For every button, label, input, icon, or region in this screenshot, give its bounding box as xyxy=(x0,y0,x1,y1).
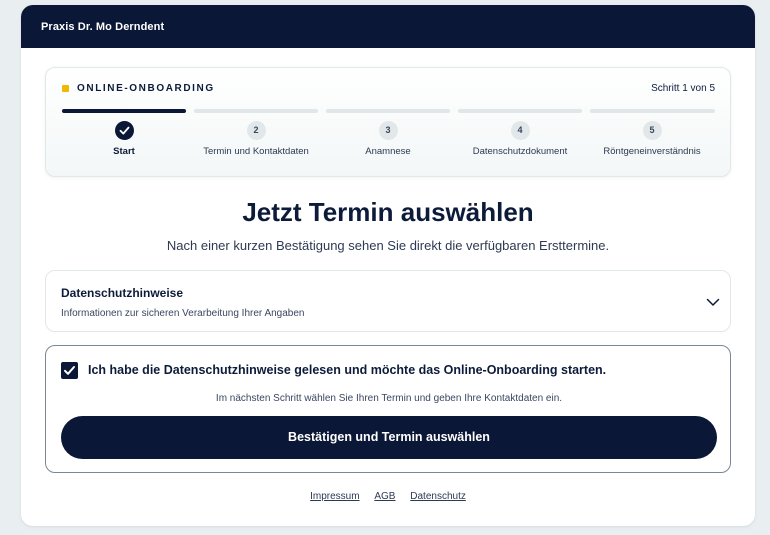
footer-links: Impressum AGB Datenschutz xyxy=(21,491,755,502)
page-title: Jetzt Termin auswählen xyxy=(242,197,534,227)
step-label: Datenschutzdokument xyxy=(472,146,568,157)
progress-bar-1 xyxy=(62,109,186,113)
step-number: 3 xyxy=(378,121,398,140)
footer-link-agb[interactable]: AGB xyxy=(374,491,395,502)
onboarding-card: Praxis Dr. Mo Derndent ONLINE-ONBOARDING… xyxy=(21,5,755,526)
chevron-down-icon[interactable] xyxy=(706,295,720,309)
progress-panel: ONLINE-ONBOARDING Schritt 1 von 5 Start … xyxy=(45,67,731,177)
progress-bar-4 xyxy=(458,109,582,113)
footer-link-datenschutz[interactable]: Datenschutz xyxy=(410,491,466,502)
checkmark-icon xyxy=(119,126,129,135)
progress-header: ONLINE-ONBOARDING xyxy=(62,83,215,94)
step-number: 4 xyxy=(510,121,530,140)
privacy-accordion[interactable]: Datenschutzhinweise Informationen zur si… xyxy=(45,270,731,332)
accordion-subtitle: Informationen zur sicheren Verarbeitung … xyxy=(61,308,305,319)
page-subtitle: Nach einer kurzen Bestätigung sehen Sie … xyxy=(166,238,610,253)
step-number: 2 xyxy=(246,121,266,140)
step-label: Röntgeneinverständnis xyxy=(603,146,701,157)
accordion-title: Datenschutzhinweise xyxy=(61,286,184,300)
progress-bars xyxy=(62,109,715,113)
step-check-icon xyxy=(114,121,134,140)
step-start: Start xyxy=(54,121,194,157)
step-number: 5 xyxy=(642,121,662,140)
step-datenschutz: 4 Datenschutzdokument xyxy=(450,121,590,157)
step-anamnese: 3 Anamnese xyxy=(318,121,458,157)
checkmark-icon xyxy=(64,366,75,375)
top-bar: Praxis Dr. Mo Derndent xyxy=(21,5,755,48)
step-roentgen: 5 Röntgeneinverständnis xyxy=(582,121,722,157)
consent-panel: Ich habe die Datenschutzhinweise gelesen… xyxy=(45,345,731,473)
progress-label: ONLINE-ONBOARDING xyxy=(77,83,215,94)
progress-bar-5 xyxy=(590,109,715,113)
consent-label[interactable]: Ich habe die Datenschutzhinweise gelesen… xyxy=(88,363,606,377)
step-counter: Schritt 1 von 5 xyxy=(651,83,715,94)
step-label: Anamnese xyxy=(365,146,411,157)
step-label: Termin und Kontaktdaten xyxy=(203,146,309,157)
consent-checkbox[interactable] xyxy=(61,362,78,379)
confirm-button[interactable]: Bestätigen und Termin auswählen xyxy=(61,416,717,459)
step-label: Start xyxy=(113,146,135,157)
progress-bar-2 xyxy=(194,109,318,113)
progress-bar-3 xyxy=(326,109,450,113)
step-termin: 2 Termin und Kontaktdaten xyxy=(186,121,326,157)
status-dot-icon xyxy=(62,85,69,92)
consent-note: Im nächsten Schritt wählen Sie Ihren Ter… xyxy=(215,393,563,404)
footer-link-impressum[interactable]: Impressum xyxy=(310,491,359,502)
practice-name: Praxis Dr. Mo Derndent xyxy=(41,20,165,33)
